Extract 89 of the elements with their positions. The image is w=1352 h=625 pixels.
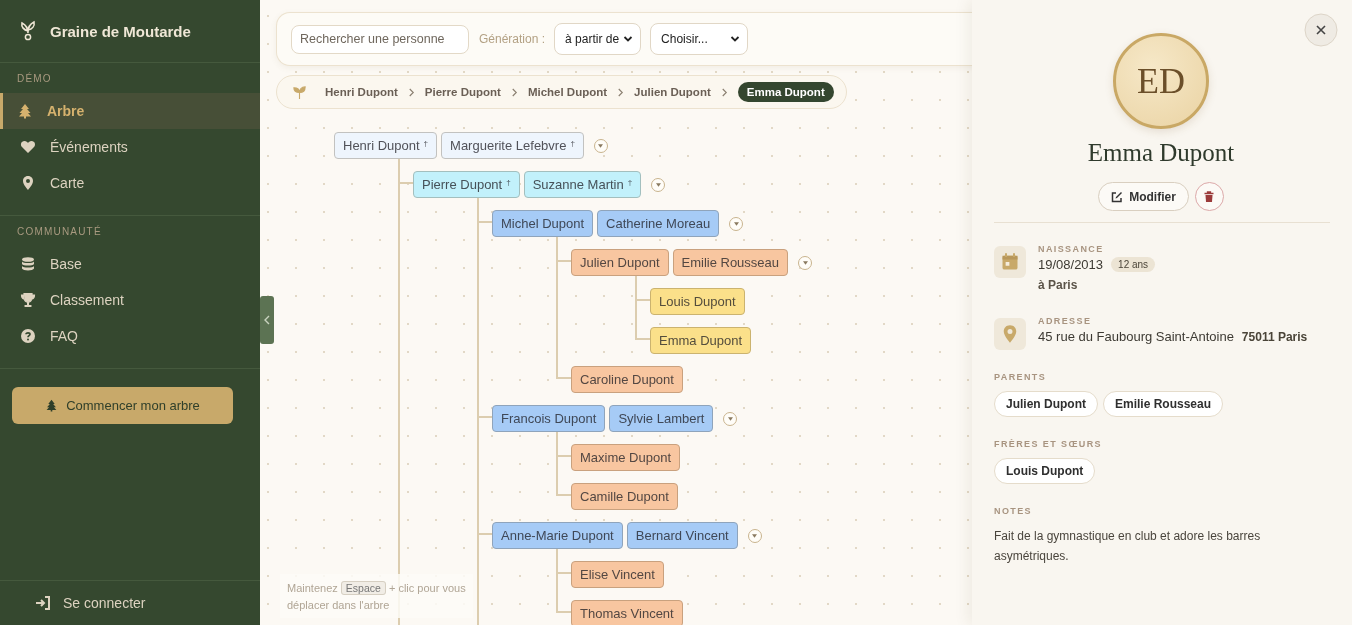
sprout-icon: [292, 84, 307, 100]
person-card[interactable]: Catherine Moreau: [597, 210, 720, 237]
person-card[interactable]: Francois Dupont: [492, 405, 606, 432]
person-card[interactable]: Suzanne Martin †: [523, 171, 642, 198]
map-pin-icon: [20, 175, 36, 191]
person-card[interactable]: Henri Dupont †: [334, 132, 438, 159]
nav-item[interactable]: Événements: [0, 129, 260, 165]
pencil-icon: [1111, 190, 1124, 203]
delete-button[interactable]: [1194, 182, 1224, 211]
person-chip[interactable]: Emilie Rousseau: [1103, 391, 1224, 417]
collapse-handle-icon[interactable]: [260, 296, 274, 344]
avatar: ED: [1113, 33, 1209, 129]
chevron-right-icon: [510, 87, 518, 97]
edit-button[interactable]: Modifier: [1098, 182, 1189, 211]
nav-item[interactable]: Classement: [0, 282, 260, 318]
tree-icon: [17, 103, 33, 119]
field-label: ADRESSE: [1038, 316, 1092, 326]
start-tree-button[interactable]: Commencer mon arbre: [12, 387, 233, 424]
birth-place: à Paris: [1038, 278, 1078, 292]
nav-item[interactable]: Base: [0, 246, 260, 282]
section-heading: PARENTS: [994, 372, 1047, 382]
postal-city: 75011 Paris: [1241, 329, 1308, 344]
dropdown[interactable]: Choisir...: [650, 23, 749, 55]
caret-down-icon: [655, 182, 661, 187]
section-heading: DÉMO: [16, 71, 53, 86]
person-card[interactable]: Thomas Vincent: [571, 600, 683, 625]
expand-toggle[interactable]: [593, 138, 608, 153]
person-card[interactable]: Maxime Dupont: [571, 444, 681, 471]
generation-label: Génération :: [479, 32, 546, 46]
notes-text: Fait de la gymnastique en club et adore les barres asymétriques.: [994, 528, 1262, 565]
caret-down-icon: [598, 143, 604, 148]
chevron-down-icon: [623, 34, 634, 44]
field-value: 19/08/2013: [1038, 257, 1104, 272]
caret-down-icon: [802, 260, 808, 265]
sign-in-icon: [35, 595, 51, 611]
person-name: Emma Dupont: [1087, 139, 1235, 167]
breadcrumb-item[interactable]: Emma Dupont: [737, 82, 834, 102]
nav-item[interactable]: Arbre: [0, 93, 260, 129]
person-card[interactable]: Emma Dupont: [650, 327, 752, 354]
section-heading: NOTES: [994, 506, 1032, 516]
chevron-right-icon: [617, 87, 625, 97]
trophy-icon: [20, 292, 36, 308]
nav-item[interactable]: FAQ: [0, 318, 260, 354]
person-card[interactable]: Emilie Rousseau: [672, 249, 789, 276]
person-card[interactable]: Sylvie Lambert: [609, 405, 714, 432]
chevron-down-icon: [730, 34, 741, 44]
person-card[interactable]: Marguerite Lefebvre †: [441, 132, 584, 159]
caret-down-icon: [733, 221, 739, 226]
person-card[interactable]: Caroline Dupont: [571, 366, 683, 393]
sprout-logo-icon: [20, 20, 36, 42]
person-card[interactable]: Michel Dupont: [492, 210, 594, 237]
breadcrumb-item[interactable]: Michel Dupont: [527, 86, 608, 98]
expand-toggle[interactable]: [747, 528, 762, 543]
nav-item[interactable]: Carte: [0, 165, 260, 201]
help-icon: [20, 328, 36, 344]
app-title: Graine de Moutarde: [50, 22, 191, 40]
person-card[interactable]: Elise Vincent: [571, 561, 664, 588]
dropdown[interactable]: à partir de: [554, 23, 642, 55]
close-icon[interactable]: [1304, 13, 1338, 47]
breadcrumb-item[interactable]: Julien Dupont: [634, 86, 711, 98]
person-card[interactable]: Pierre Dupont †: [413, 171, 520, 198]
breadcrumb-item[interactable]: Pierre Dupont: [424, 86, 501, 98]
person-card[interactable]: Louis Dupont: [650, 288, 745, 315]
tree-icon: [45, 399, 59, 412]
field-label: NAISSANCE: [1038, 244, 1104, 254]
section-heading: COMMUNAUTÉ: [16, 224, 103, 239]
section-heading: FRÈRES ET SŒURS: [994, 439, 1102, 449]
breadcrumb-item[interactable]: Henri Dupont: [325, 86, 398, 98]
person-card[interactable]: Bernard Vincent: [626, 522, 738, 549]
person-card[interactable]: Anne-Marie Dupont: [492, 522, 623, 549]
caret-down-icon: [727, 416, 733, 421]
age-badge: 12 ans: [1111, 257, 1156, 272]
trash-icon: [1203, 190, 1216, 203]
person-card[interactable]: Julien Dupont: [571, 249, 669, 276]
person-card[interactable]: Camille Dupont: [571, 483, 678, 510]
heart-icon: [20, 139, 36, 155]
database-icon: [20, 256, 36, 272]
chevron-right-icon: [407, 87, 415, 97]
search-field[interactable]: Rechercher une personne: [291, 24, 469, 54]
expand-toggle[interactable]: [798, 255, 813, 270]
chevron-right-icon: [720, 87, 728, 97]
caret-down-icon: [752, 533, 758, 538]
expand-toggle[interactable]: [729, 216, 744, 231]
expand-toggle[interactable]: [723, 411, 738, 426]
expand-toggle[interactable]: [651, 177, 666, 192]
person-chip[interactable]: Julien Dupont: [994, 391, 1098, 417]
calendar-icon: [1000, 252, 1020, 272]
person-chip[interactable]: Louis Dupont: [994, 458, 1096, 484]
field-value: 45 rue du Faubourg Saint-Antoine: [1038, 329, 1234, 344]
